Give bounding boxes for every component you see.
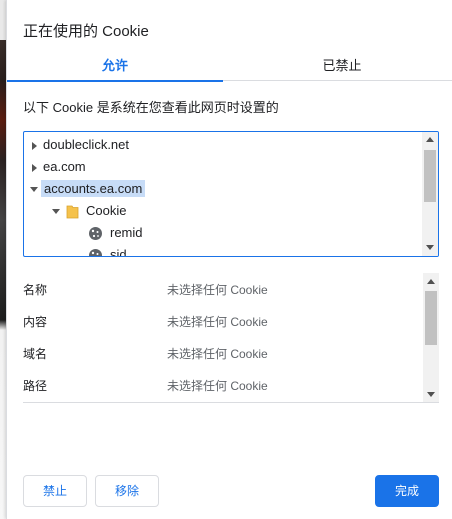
remove-button[interactable]: 移除 (95, 475, 159, 507)
cookie-icon (88, 226, 103, 241)
tree-item-label: ea.com (43, 159, 86, 174)
detail-row-domain: 域名 未选择任何 Cookie (23, 344, 423, 364)
tree-item-label: accounts.ea.com (41, 180, 146, 197)
scroll-up-icon[interactable] (426, 137, 434, 142)
detail-value: 未选择任何 Cookie (167, 315, 268, 329)
cookie-icon (88, 248, 103, 256)
detail-row-content: 内容 未选择任何 Cookie (23, 312, 423, 332)
tab-blocked[interactable]: 已禁止 (231, 53, 452, 81)
scroll-up-icon[interactable] (427, 279, 435, 284)
scroll-down-icon[interactable] (426, 245, 434, 250)
scroll-down-icon[interactable] (427, 392, 435, 397)
tree-item-accounts-ea[interactable]: accounts.ea.com (30, 178, 146, 200)
tree-item-label: remid (110, 225, 143, 240)
cookie-details: 名称 未选择任何 Cookie 内容 未选择任何 Cookie 域名 未选择任何… (23, 273, 439, 403)
detail-label: 内容 (23, 315, 48, 329)
cookies-dialog: 正在使用的 Cookie 允许 已禁止 以下 Cookie 是系统在您查看此网页… (6, 0, 452, 519)
tree-item-label: doubleclick.net (43, 137, 129, 152)
detail-label: 名称 (23, 283, 48, 297)
detail-label: 域名 (23, 347, 48, 361)
tree-item-remid[interactable]: remid (88, 222, 143, 244)
block-button[interactable]: 禁止 (23, 475, 87, 507)
details-scroll-thumb[interactable] (425, 291, 437, 345)
tree-item-label: Cookie (86, 203, 127, 218)
expand-arrow-icon[interactable] (32, 163, 37, 172)
dialog-title: 正在使用的 Cookie (23, 23, 149, 40)
cookie-tree[interactable]: doubleclick.net ea.com accounts.ea.com C… (23, 131, 439, 257)
tree-item-doubleclick[interactable]: doubleclick.net (32, 134, 129, 156)
expand-arrow-icon[interactable] (32, 141, 37, 150)
collapse-arrow-icon[interactable] (30, 187, 38, 193)
done-button[interactable]: 完成 (375, 475, 439, 507)
tree-item-ea[interactable]: ea.com (32, 156, 86, 178)
detail-row-path: 路径 未选择任何 Cookie (23, 376, 423, 396)
tab-allowed[interactable]: 允许 (7, 53, 223, 82)
details-scrollbar[interactable] (423, 273, 439, 402)
tab-bar: 允许 已禁止 (7, 53, 452, 82)
detail-value: 未选择任何 Cookie (167, 379, 268, 393)
collapse-arrow-icon[interactable] (52, 209, 60, 215)
folder-icon (66, 204, 79, 219)
detail-row-name: 名称 未选择任何 Cookie (23, 280, 423, 300)
tree-item-sid[interactable]: sid (88, 244, 127, 257)
cookies-description: 以下 Cookie 是系统在您查看此网页时设置的 (23, 100, 279, 115)
tree-item-label: sid (110, 247, 127, 257)
detail-label: 路径 (23, 379, 48, 393)
tree-item-cookie-folder[interactable]: Cookie (52, 200, 126, 222)
detail-value: 未选择任何 Cookie (167, 347, 268, 361)
tree-scroll-thumb[interactable] (424, 150, 436, 202)
tree-scrollbar[interactable] (422, 132, 438, 256)
detail-value: 未选择任何 Cookie (167, 283, 268, 297)
